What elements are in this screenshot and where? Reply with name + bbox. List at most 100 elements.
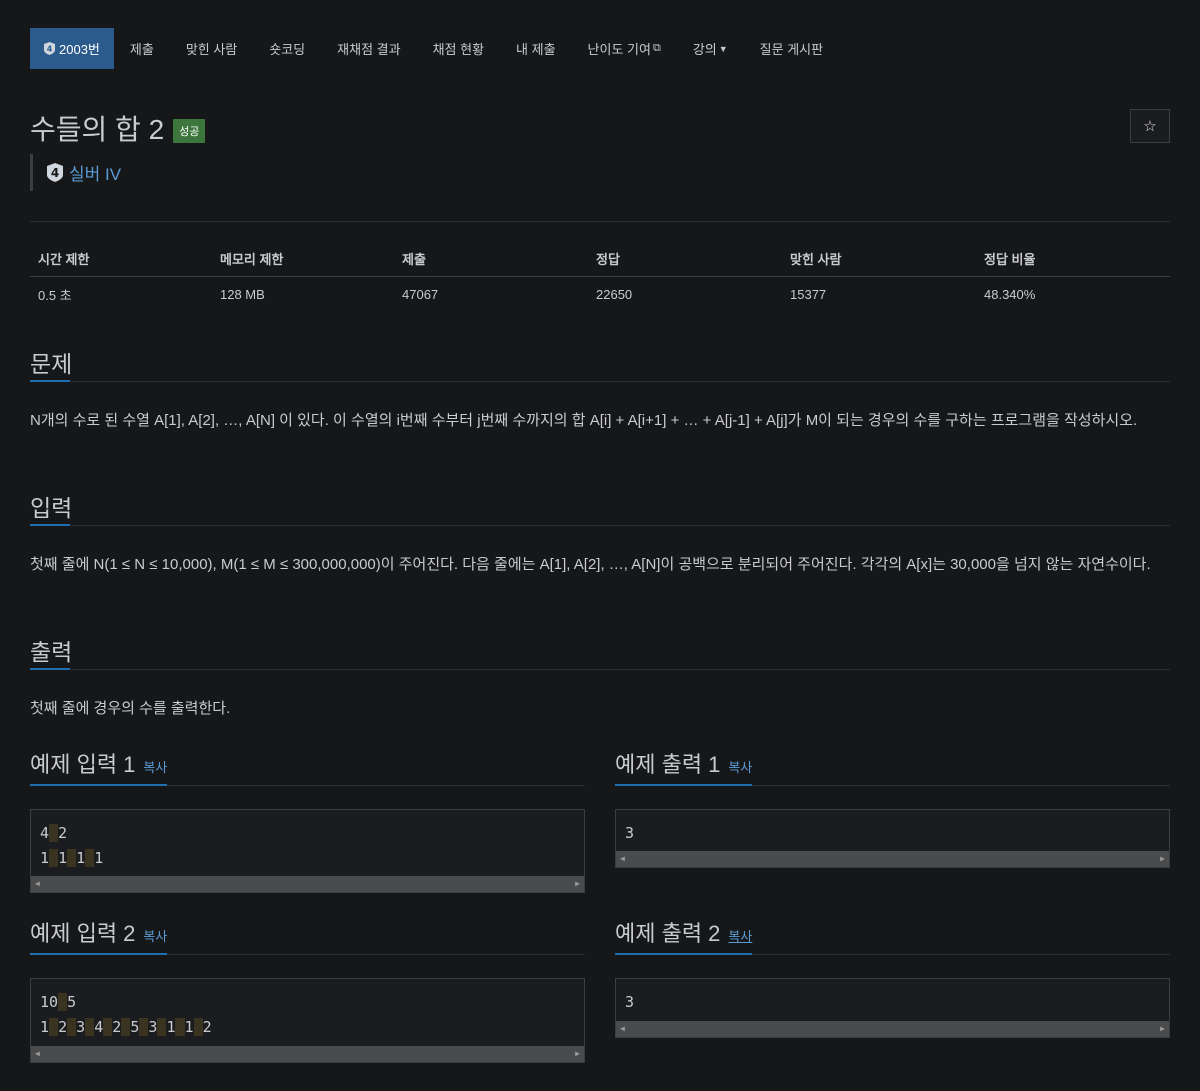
- sample-token: 3: [76, 1018, 86, 1036]
- sample-token: 2: [58, 824, 68, 842]
- scroll-right-icon[interactable]: ▶: [1160, 854, 1165, 863]
- header-solved-users: 맞힌 사람: [782, 241, 976, 277]
- problem-section-header: 문제: [30, 345, 1170, 382]
- problem-info-table: 시간 제한 메모리 제한 제출 정답 맞힌 사람 정답 비율 0.5 초 128…: [30, 241, 1170, 312]
- whitespace-marker: [67, 849, 77, 867]
- scroll-left-icon[interactable]: ◀: [620, 1024, 625, 1033]
- nav-submit[interactable]: 제출: [114, 28, 170, 69]
- scroll-left-icon[interactable]: ◀: [35, 1049, 40, 1058]
- svg-text:4: 4: [47, 45, 53, 54]
- nav-rejudge-result[interactable]: 재채점 결과: [321, 28, 416, 69]
- sample-line: 10 5: [40, 990, 584, 1015]
- nav-problem-number-label: 2003번: [59, 42, 100, 57]
- sample-token: 2: [112, 1018, 122, 1036]
- nav-difficulty-label: 난이도 기여: [587, 42, 651, 57]
- horizontal-scrollbar[interactable]: ◀ ▶: [616, 1021, 1169, 1037]
- sample-output-1-box: 3 ◀ ▶: [615, 809, 1170, 868]
- sample-input-2-header: 예제 입력 2 복사: [30, 916, 585, 955]
- favorite-button[interactable]: ☆: [1130, 109, 1170, 143]
- nav-qna-board[interactable]: 질문 게시판: [744, 28, 839, 69]
- section-underline: [615, 784, 752, 786]
- sample-input-2-box: 10 51 2 3 4 2 5 3 1 1 2 ◀ ▶: [30, 978, 585, 1063]
- section-rule: [30, 525, 1170, 526]
- sample-input-1-title: 예제 입력 1: [30, 752, 136, 777]
- sample-token: 5: [67, 993, 77, 1011]
- sample-input-1-header: 예제 입력 1 복사: [30, 747, 585, 786]
- section-underline: [30, 668, 70, 670]
- nav-difficulty-contribution[interactable]: 난이도 기여 ⧉: [572, 28, 677, 69]
- sample-output-2-title: 예제 출력 2: [615, 921, 721, 946]
- whitespace-marker: [49, 849, 59, 867]
- nav-lectures-dropdown[interactable]: 강의 ▼: [677, 28, 744, 69]
- value-submissions: 47067: [402, 286, 439, 302]
- external-link-icon: ⧉: [652, 42, 661, 54]
- section-underline: [30, 380, 70, 382]
- divider: [30, 221, 1170, 222]
- silver-tier-icon: 4: [44, 42, 55, 55]
- section-rule: [30, 381, 1170, 382]
- copy-sample-output-1-button[interactable]: 복사: [728, 760, 752, 775]
- sample-token: 1: [40, 1018, 50, 1036]
- input-section-title: 입력: [30, 495, 73, 521]
- sample-input-1-text: 4 21 1 1 1: [31, 810, 584, 871]
- scroll-left-icon[interactable]: ◀: [620, 854, 625, 863]
- nav-solved-users[interactable]: 맞힌 사람: [170, 28, 253, 69]
- value-solved-users: 15377: [790, 286, 827, 302]
- scroll-right-icon[interactable]: ▶: [1160, 1024, 1165, 1033]
- sample-output-2-header: 예제 출력 2 복사: [615, 916, 1170, 955]
- value-accepted: 22650: [596, 286, 633, 302]
- sample-token: 2: [202, 1018, 212, 1036]
- whitespace-marker: [49, 824, 59, 842]
- scroll-right-icon[interactable]: ▶: [575, 1049, 580, 1058]
- horizontal-scrollbar[interactable]: ◀ ▶: [616, 851, 1169, 867]
- tier-link[interactable]: 실버 IV: [69, 160, 121, 185]
- copy-sample-input-1-button[interactable]: 복사: [143, 760, 167, 775]
- sample-token: 5: [130, 1018, 140, 1036]
- caret-down-icon: ▼: [718, 43, 728, 54]
- sample-token: 1: [76, 849, 86, 867]
- header-accept-rate: 정답 비율: [976, 241, 1170, 277]
- header-accepted: 정답: [588, 241, 782, 277]
- whitespace-marker: [85, 1018, 95, 1036]
- sample-input-1-heading: 예제 입력 1 복사: [30, 747, 167, 779]
- value-accept-rate: 48.340%: [984, 286, 1036, 302]
- title-row: 수들의 합 2 성공: [30, 108, 206, 148]
- copy-sample-input-2-button[interactable]: 복사: [143, 929, 167, 944]
- section-underline: [615, 953, 752, 955]
- input-description: 첫째 줄에 N(1 ≤ N ≤ 10,000), M(1 ≤ M ≤ 300,0…: [30, 556, 1151, 573]
- section-underline: [30, 784, 167, 786]
- whitespace-marker: [67, 1018, 77, 1036]
- whitespace-marker: [175, 1018, 185, 1036]
- sample-token: 1: [184, 1018, 194, 1036]
- problem-section-title: 문제: [30, 351, 73, 377]
- copy-sample-output-2-button[interactable]: 복사: [728, 929, 752, 944]
- table-row: 0.5 초 128 MB 47067 22650 15377 48.340%: [30, 276, 1170, 312]
- sample-input-2-title: 예제 입력 2: [30, 921, 136, 946]
- scroll-right-icon[interactable]: ▶: [575, 879, 580, 888]
- scroll-left-icon[interactable]: ◀: [35, 879, 40, 888]
- header-time-limit: 시간 제한: [30, 241, 212, 277]
- sample-input-2-text: 10 51 2 3 4 2 5 3 1 1 2: [31, 979, 584, 1040]
- horizontal-scrollbar[interactable]: ◀ ▶: [31, 1046, 584, 1062]
- header-memory-limit: 메모리 제한: [212, 241, 394, 277]
- sample-line: 4 2: [40, 821, 584, 846]
- nav-my-submissions[interactable]: 내 제출: [500, 28, 572, 69]
- sample-output-1-title: 예제 출력 1: [615, 752, 721, 777]
- horizontal-scrollbar[interactable]: ◀ ▶: [31, 876, 584, 892]
- nav-problem-number[interactable]: 4 2003번: [30, 28, 114, 69]
- sample-token: 1: [94, 849, 104, 867]
- value-time-limit: 0.5 초: [38, 287, 72, 303]
- whitespace-marker: [85, 849, 95, 867]
- sample-token: 10: [40, 993, 59, 1011]
- nav-judge-status[interactable]: 채점 현황: [417, 28, 500, 69]
- section-underline: [30, 524, 70, 526]
- svg-text:4: 4: [51, 166, 59, 180]
- nav-short-coding[interactable]: 숏코딩: [253, 28, 321, 69]
- sample-input-2-heading: 예제 입력 2 복사: [30, 916, 167, 948]
- sample-token: 2: [58, 1018, 68, 1036]
- sample-output-1-heading: 예제 출력 1 복사: [615, 747, 752, 779]
- sample-input-1-box: 4 21 1 1 1 ◀ ▶: [30, 809, 585, 893]
- problem-description: N개의 수로 된 수열 A[1], A[2], …, A[N] 이 있다. 이 …: [30, 412, 1138, 429]
- sample-line: 1 2 3 4 2 5 3 1 1 2: [40, 1015, 584, 1040]
- value-memory-limit: 128 MB: [220, 286, 265, 302]
